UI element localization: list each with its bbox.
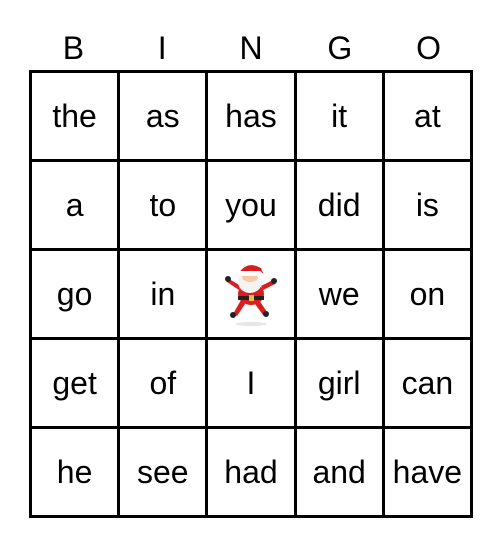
header-letter: I (157, 30, 167, 66)
grid-row: he see had and have (28, 426, 474, 518)
bingo-cell[interactable]: you (205, 159, 297, 251)
bingo-cell[interactable]: it (293, 70, 385, 162)
bingo-cell[interactable]: girl (293, 337, 385, 429)
bingo-cell[interactable]: to (117, 159, 209, 251)
bingo-cell[interactable]: we (293, 248, 385, 340)
grid-row: go in we on (28, 248, 474, 340)
header-letter: B (62, 30, 85, 66)
bingo-cell[interactable]: on (381, 248, 474, 340)
bingo-cell[interactable]: see (117, 426, 209, 518)
grid-row: the as has it at (28, 70, 474, 162)
bingo-cell[interactable]: have (381, 426, 474, 518)
bingo-cell[interactable]: he (28, 426, 121, 518)
santa-icon (224, 265, 277, 326)
bingo-cell[interactable]: had (205, 426, 297, 518)
free-space-cell[interactable] (205, 248, 297, 340)
bingo-cell[interactable]: has (205, 70, 297, 162)
grid-row: a to you did is (28, 159, 474, 251)
bingo-cell[interactable]: as (117, 70, 209, 162)
bingo-cell[interactable]: can (381, 337, 474, 429)
header-letter: O (416, 30, 442, 66)
bingo-cell[interactable]: and (293, 426, 385, 518)
bingo-cell[interactable]: in (117, 248, 209, 340)
header-letter: G (327, 30, 353, 66)
bingo-header: B I N G O (29, 28, 473, 68)
bingo-cell[interactable]: of (117, 337, 209, 429)
grid-row: get of Igirl can (28, 337, 474, 429)
bingo-grid: the as has it at a to you did is go in we on get of Igir… (28, 70, 474, 518)
bingo-cell[interactable]: did (293, 159, 385, 251)
bingo-cell[interactable]: a (28, 159, 121, 251)
header-letter: N (239, 30, 263, 66)
bingo-cell[interactable]: I (205, 337, 297, 429)
bingo-cell[interactable]: is (381, 159, 474, 251)
bingo-cell[interactable]: get (28, 337, 121, 429)
bingo-cell[interactable]: at (381, 70, 474, 162)
bingo-cell[interactable]: go (28, 248, 121, 340)
bingo-cell[interactable]: the (28, 70, 121, 162)
